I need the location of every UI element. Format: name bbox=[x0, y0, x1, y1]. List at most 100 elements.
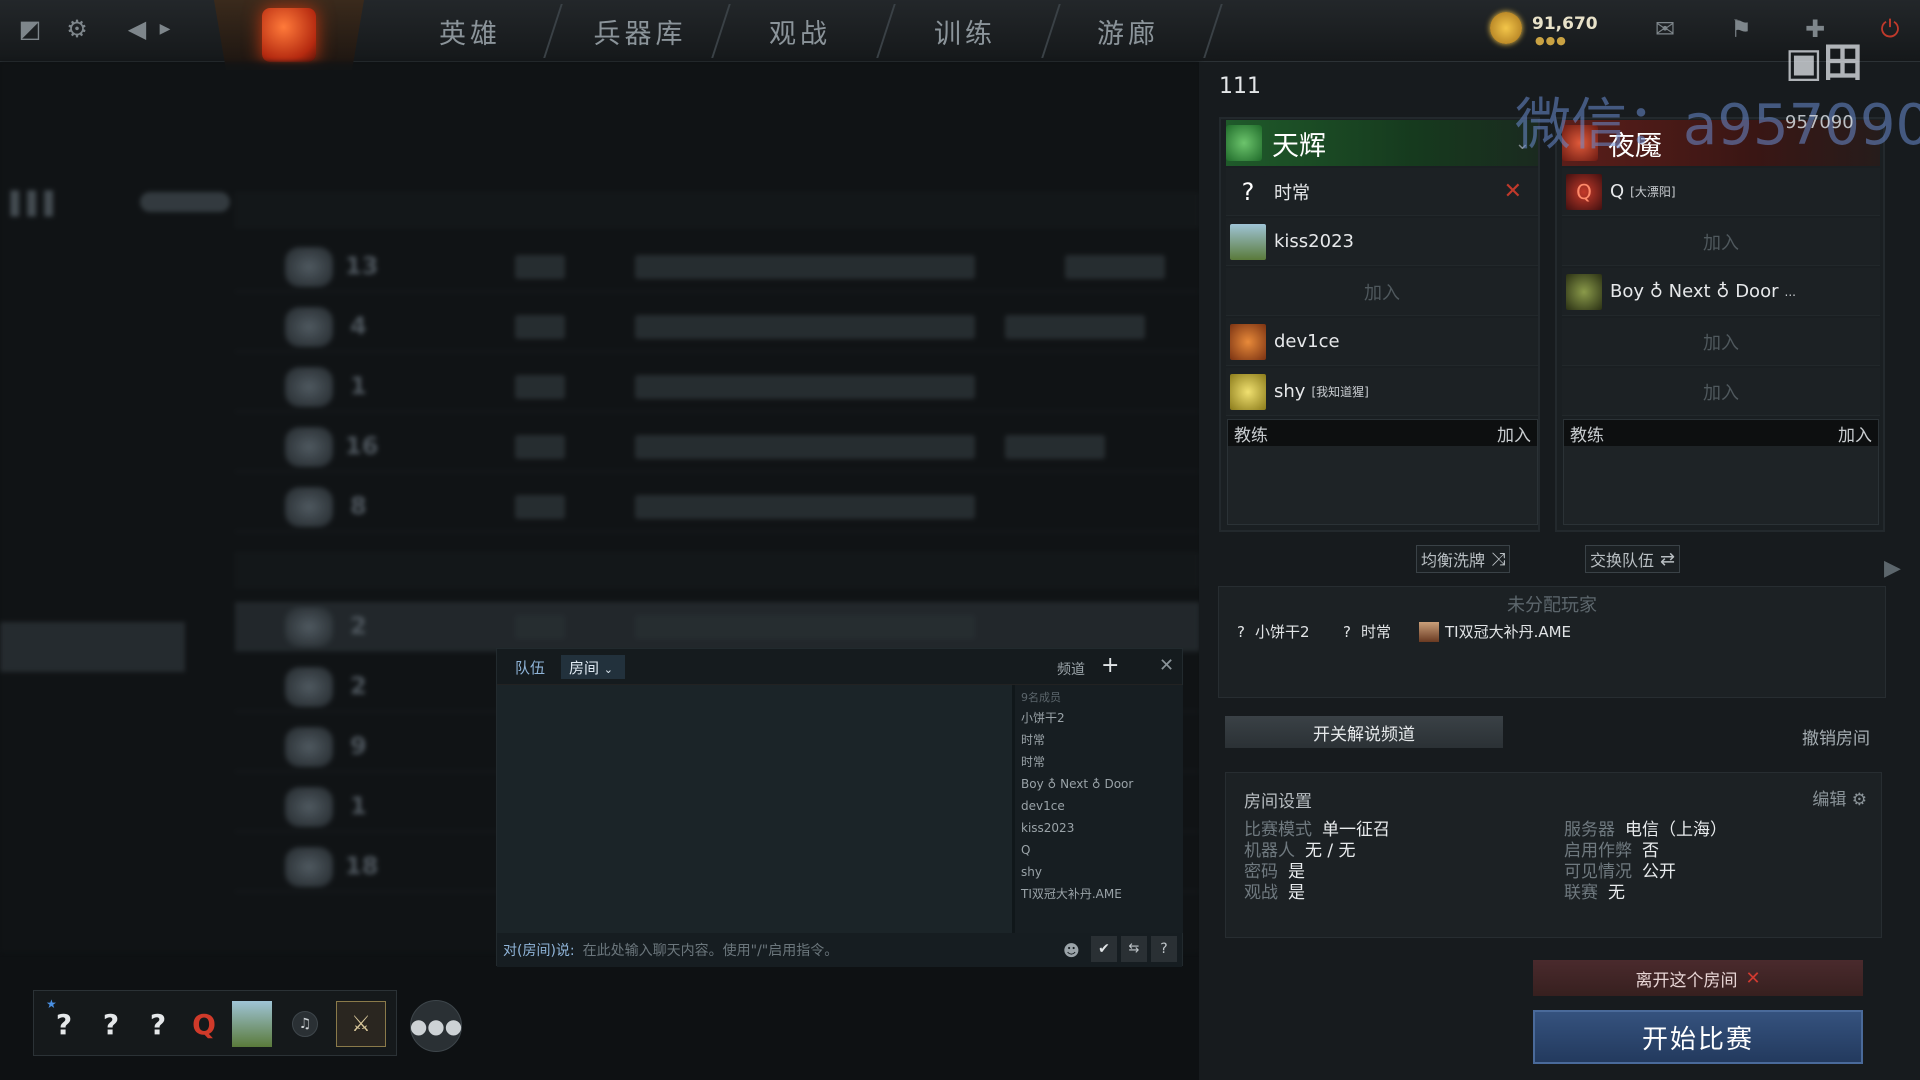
gear-icon: ⚙ bbox=[1851, 790, 1867, 810]
party-avatar-q[interactable]: Q bbox=[184, 1001, 224, 1047]
unassigned-player[interactable]: ? 小饼干2 bbox=[1237, 621, 1310, 642]
add-channel-icon[interactable]: + bbox=[1101, 653, 1119, 678]
setting-league: 联赛无 bbox=[1564, 883, 1625, 903]
chevron-down-icon: ⌄ bbox=[603, 663, 614, 676]
tab-team[interactable]: 队伍 bbox=[507, 655, 553, 679]
member-item[interactable]: Boy ♁ Next ♁ Door bbox=[1021, 773, 1177, 795]
unknown-hero-icon: ? bbox=[1343, 622, 1351, 641]
forward-arrow-icon[interactable]: ▶ bbox=[150, 14, 180, 44]
coach-label: 教练 bbox=[1570, 425, 1604, 446]
player-name: shy bbox=[1274, 381, 1306, 402]
chat-tabs: 队伍 房间 ⌄ 频道 + ✕ bbox=[497, 649, 1182, 685]
inventory-icon[interactable]: ⚑ bbox=[1726, 14, 1756, 44]
unassigned-title: 未分配玩家 bbox=[1507, 595, 1597, 616]
room-title: 111 bbox=[1219, 74, 1261, 99]
balance-shuffle-label: 均衡洗牌 bbox=[1421, 551, 1486, 570]
dota-logo-button[interactable] bbox=[214, 0, 364, 70]
gold-coin-icon bbox=[1490, 12, 1522, 44]
dire-slot-1[interactable]: Q Q [大漂阳] bbox=[1562, 168, 1880, 216]
player-name: dev1ce bbox=[1274, 331, 1340, 352]
translate-icon[interactable]: ⇆ bbox=[1121, 936, 1147, 962]
close-icon: ✕ bbox=[1745, 967, 1761, 989]
room-settings-box: 房间设置 编辑 ⚙ 比赛模式 单一征召 机器人无 / 无 密码是 观战是 服务器电… bbox=[1225, 772, 1882, 938]
avatar bbox=[1230, 373, 1266, 410]
dire-slot-3[interactable]: Boy ♁ Next ♁ Door ... bbox=[1562, 268, 1880, 316]
start-game-button[interactable]: 开始比赛 bbox=[1533, 1010, 1863, 1064]
unassigned-players-box: 未分配玩家 ? 小饼干2 ? 时常 TI双冠大补丹.AME bbox=[1218, 586, 1886, 698]
close-icon[interactable]: ✕ bbox=[1159, 655, 1174, 676]
nav-watch[interactable]: 观战 bbox=[730, 0, 870, 62]
dashboard-icon[interactable]: ◩ bbox=[15, 14, 45, 44]
chat-log[interactable] bbox=[497, 685, 1012, 933]
member-item[interactable]: dev1ce bbox=[1021, 795, 1177, 817]
radiant-slot-2[interactable]: kiss2023 bbox=[1226, 218, 1538, 266]
dire-slot-5-join[interactable]: 加入 bbox=[1562, 368, 1880, 416]
kick-icon[interactable]: ✕ bbox=[1504, 179, 1522, 204]
radiant-slot-1[interactable]: ? 时常 ✕ bbox=[1226, 168, 1538, 216]
party-avatar[interactable] bbox=[232, 1001, 272, 1047]
cancel-room-link[interactable]: 撤销房间 bbox=[1802, 724, 1870, 749]
party-slot[interactable]: ? bbox=[44, 1001, 84, 1047]
avatar bbox=[1230, 323, 1266, 360]
member-item[interactable]: 小饼干2 bbox=[1021, 707, 1177, 729]
party-slot[interactable]: ? bbox=[91, 1001, 131, 1047]
player-tag: ... bbox=[1784, 284, 1796, 299]
nav-heroes[interactable]: 英雄 bbox=[400, 0, 540, 62]
radiant-slot-5[interactable]: shy [我知道猩] bbox=[1226, 368, 1538, 416]
back-arrow-icon[interactable]: ◀ bbox=[122, 14, 152, 44]
chat-input[interactable]: 对(房间)说: 在此处输入聊天内容。使用"/"启用指令。 ☻ ✔ ⇆ ? bbox=[497, 933, 1182, 967]
watermark-text: 微信：a957090 bbox=[1515, 93, 1920, 158]
coach-join-button[interactable]: 加入 bbox=[1838, 421, 1872, 446]
member-item[interactable]: shy bbox=[1021, 861, 1177, 883]
swap-teams-button[interactable]: 交换队伍 ⇄ bbox=[1585, 545, 1681, 573]
member-item[interactable]: TI双冠大补丹.AME bbox=[1021, 883, 1177, 905]
rank-medal-icon[interactable]: ⚔ bbox=[336, 1001, 386, 1047]
radiant-slot-4[interactable]: dev1ce bbox=[1226, 318, 1538, 366]
gear-icon[interactable]: ⚙ bbox=[62, 14, 92, 44]
chat-window: 队伍 房间 ⌄ 频道 + ✕ 9名成员 小饼干2 时常 时常 Boy ♁ Nex… bbox=[496, 648, 1183, 967]
help-icon[interactable]: ? bbox=[1151, 936, 1177, 962]
nav-learn[interactable]: 训练 bbox=[895, 0, 1035, 62]
swap-icon: ⇄ bbox=[1660, 548, 1676, 570]
avatar: Q bbox=[1566, 173, 1602, 210]
radiant-slot-3-join[interactable]: 加入 bbox=[1226, 268, 1538, 316]
broadcast-channel-button[interactable]: 开关解说频道 bbox=[1225, 716, 1503, 748]
dota-logo-icon bbox=[262, 8, 316, 62]
mail-icon[interactable]: ✉ bbox=[1650, 14, 1680, 44]
nav-arcade[interactable]: 游廊 bbox=[1058, 0, 1198, 62]
coach-join-button[interactable]: 加入 bbox=[1497, 421, 1531, 446]
chat-member-list: 9名成员 小饼干2 时常 时常 Boy ♁ Next ♁ Door dev1ce… bbox=[1015, 685, 1183, 933]
radiant-header: 天辉 ⌄ bbox=[1226, 120, 1538, 166]
emoji-icon[interactable]: ☻ bbox=[1063, 941, 1080, 960]
unassigned-player[interactable]: TI双冠大补丹.AME bbox=[1419, 621, 1571, 642]
edit-settings-button[interactable]: 编辑 ⚙ bbox=[1812, 785, 1867, 810]
dire-slot-4-join[interactable]: 加入 bbox=[1562, 318, 1880, 366]
send-check-icon[interactable]: ✔ bbox=[1091, 936, 1117, 962]
headset-icon[interactable]: ♫ bbox=[292, 1011, 318, 1037]
member-item[interactable]: 时常 bbox=[1021, 751, 1177, 773]
shuffle-icon: ⤨ bbox=[1491, 548, 1506, 570]
swap-teams-label: 交换队伍 bbox=[1590, 551, 1655, 570]
member-item[interactable]: kiss2023 bbox=[1021, 817, 1177, 839]
leave-room-button[interactable]: 离开这个房间 ✕ bbox=[1533, 960, 1863, 996]
play-arrow-icon[interactable]: ▶ bbox=[1884, 556, 1901, 581]
unknown-hero-icon: ? bbox=[1230, 173, 1266, 210]
dire-coach-box: 教练 加入 bbox=[1563, 419, 1879, 525]
party-bar: ★ ? ? ? Q ♫ ⚔ bbox=[33, 990, 397, 1056]
dire-slot-2-join[interactable]: 加入 bbox=[1562, 218, 1880, 266]
party-menu-icon[interactable]: ●●● bbox=[410, 1000, 462, 1052]
tab-room[interactable]: 房间 ⌄ bbox=[561, 655, 625, 679]
nav-armory[interactable]: 兵器库 bbox=[560, 0, 720, 62]
channel-label[interactable]: 频道 bbox=[1057, 659, 1085, 679]
unassigned-player[interactable]: ? 时常 bbox=[1343, 621, 1391, 642]
power-icon[interactable]: ⏻ bbox=[1875, 14, 1905, 44]
radiant-name: 天辉 bbox=[1272, 130, 1326, 162]
player-name: Q bbox=[1610, 181, 1625, 202]
balance-shuffle-button[interactable]: 均衡洗牌 ⤨ bbox=[1416, 545, 1511, 573]
member-item[interactable]: Q bbox=[1021, 839, 1177, 861]
setting-spectate: 观战是 bbox=[1244, 883, 1305, 903]
avatar bbox=[1566, 273, 1602, 310]
party-slot[interactable]: ? bbox=[138, 1001, 178, 1047]
member-item[interactable]: 时常 bbox=[1021, 729, 1177, 751]
watermark-subtext: 957090 bbox=[1785, 112, 1854, 133]
